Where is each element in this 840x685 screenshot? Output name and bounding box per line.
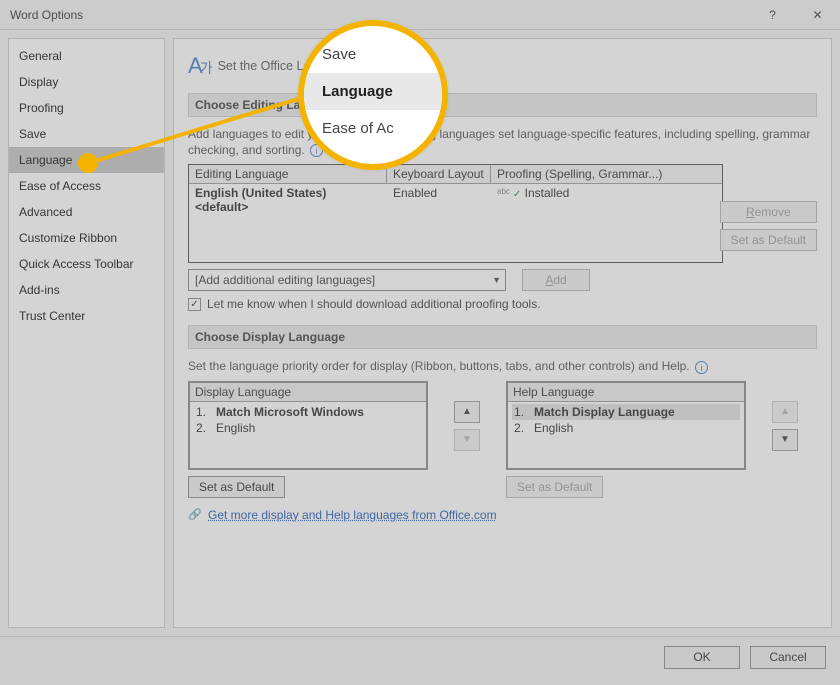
display-language-listbox[interactable]: Display Language 1.Match Microsoft Windo… xyxy=(188,381,428,470)
add-language-combo[interactable]: [Add additional editing languages] ▼ xyxy=(188,269,506,291)
options-content: A가 Set the Office Language Preferences. … xyxy=(173,38,832,628)
dialog-footer: OK Cancel xyxy=(0,636,840,677)
link-icon: 🔗 xyxy=(188,508,202,522)
download-proofing-label: Let me know when I should download addit… xyxy=(207,297,541,311)
remove-button[interactable]: Remove xyxy=(720,201,817,223)
cancel-button[interactable]: Cancel xyxy=(750,646,826,669)
window-title: Word Options xyxy=(10,8,83,22)
spellcheck-icon: abc xyxy=(497,187,510,196)
language-row[interactable]: English (United States) <default> Enable… xyxy=(189,184,722,216)
list-item[interactable]: 1.Match Microsoft Windows xyxy=(194,404,422,420)
list-item[interactable]: 2.English xyxy=(194,420,422,436)
set-default-editing-button[interactable]: Set as Default xyxy=(720,229,817,251)
lang-name: English (United States) <default> xyxy=(189,184,387,216)
info-icon[interactable]: i xyxy=(695,361,708,374)
editing-language-table: Editing Language Keyboard Layout Proofin… xyxy=(188,164,723,263)
help-button[interactable]: ? xyxy=(750,0,795,30)
close-button[interactable]: ✕ xyxy=(795,0,840,30)
sidebar-item-advanced[interactable]: Advanced xyxy=(9,199,164,225)
help-move-down-button[interactable]: ▼ xyxy=(772,429,798,451)
help-language-header: Help Language xyxy=(508,383,744,402)
ok-button[interactable]: OK xyxy=(664,646,740,669)
checkmark-icon: ✓ xyxy=(513,189,521,200)
sidebar-item-ease-of-access[interactable]: Ease of Access xyxy=(9,173,164,199)
title-bar: Word Options ? ✕ xyxy=(0,0,840,30)
sidebar-item-quick-access-toolbar[interactable]: Quick Access Toolbar xyxy=(9,251,164,277)
display-move-up-button[interactable]: ▲ xyxy=(454,401,480,423)
callout-magnifier: SaveLanguageEase of Ac xyxy=(298,20,448,170)
options-sidebar: GeneralDisplayProofingSaveLanguageEase o… xyxy=(8,38,165,628)
col-keyboard-layout[interactable]: Keyboard Layout xyxy=(387,165,491,184)
sidebar-item-display[interactable]: Display xyxy=(9,69,164,95)
download-proofing-checkbox[interactable]: ✓ xyxy=(188,298,201,311)
display-language-description: Set the language priority order for disp… xyxy=(188,359,817,375)
display-language-header: Display Language xyxy=(190,383,426,402)
set-default-display-button[interactable]: Set as Default xyxy=(188,476,285,498)
callout-item: Language xyxy=(304,73,442,110)
sidebar-item-general[interactable]: General xyxy=(9,43,164,69)
sidebar-item-trust-center[interactable]: Trust Center xyxy=(9,303,164,329)
sidebar-item-customize-ribbon[interactable]: Customize Ribbon xyxy=(9,225,164,251)
list-item[interactable]: 1.Match Display Language xyxy=(512,404,740,420)
help-language-listbox[interactable]: Help Language 1.Match Display Language 2… xyxy=(506,381,746,470)
display-move-down-button[interactable]: ▼ xyxy=(454,429,480,451)
editing-language-description: Add languages to edit your documents. Ed… xyxy=(188,127,817,158)
list-item[interactable]: 2.English xyxy=(512,420,740,436)
sidebar-item-proofing[interactable]: Proofing xyxy=(9,95,164,121)
set-default-help-button[interactable]: Set as Default xyxy=(506,476,603,498)
language-pref-icon: A가 xyxy=(188,53,210,79)
add-button[interactable]: Add xyxy=(522,269,590,291)
chevron-down-icon: ▼ xyxy=(492,275,501,285)
sidebar-item-add-ins[interactable]: Add-ins xyxy=(9,277,164,303)
callout-item: Ease of Ac xyxy=(304,110,442,147)
section-display-language: Choose Display Language xyxy=(188,325,817,349)
lang-keyboard: Enabled xyxy=(387,184,491,216)
callout-anchor-dot xyxy=(78,153,98,173)
col-proofing[interactable]: Proofing (Spelling, Grammar...) xyxy=(491,165,722,184)
get-more-languages-link[interactable]: Get more display and Help languages from… xyxy=(208,508,497,522)
help-move-up-button[interactable]: ▲ xyxy=(772,401,798,423)
lang-proofing: abc✓ Installed xyxy=(491,184,722,216)
sidebar-item-save[interactable]: Save xyxy=(9,121,164,147)
callout-item: Save xyxy=(304,36,442,73)
